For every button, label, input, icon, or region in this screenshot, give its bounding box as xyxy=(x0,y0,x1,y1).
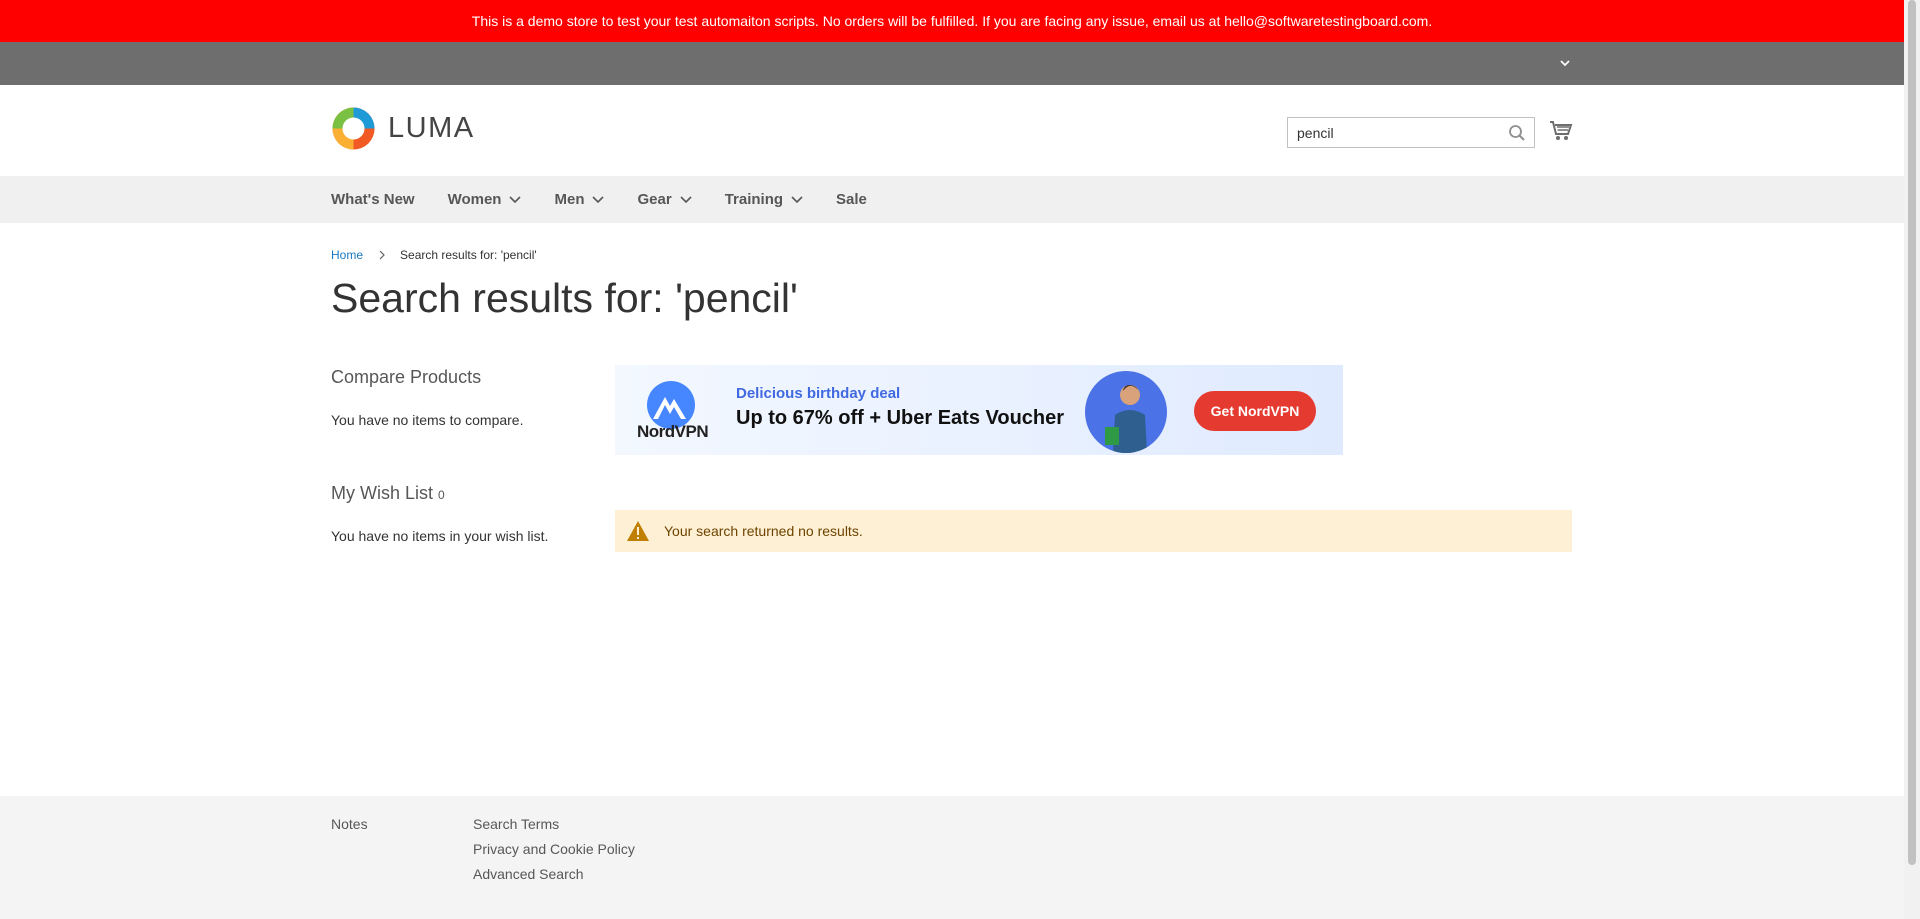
footer-link-privacy-policy[interactable]: Privacy and Cookie Policy xyxy=(473,841,635,857)
vertical-scrollbar[interactable] xyxy=(1904,0,1920,919)
search-box xyxy=(1287,117,1535,148)
main-navigation: What's New Women Men Gear Training Sale xyxy=(0,176,1904,223)
person-illustration-icon xyxy=(1105,385,1147,453)
nav-item-gear[interactable]: Gear xyxy=(637,191,692,208)
breadcrumb-current: Search results for: 'pencil' xyxy=(400,248,537,262)
nav-label: Sale xyxy=(836,191,867,208)
footer-link-advanced-search[interactable]: Advanced Search xyxy=(473,866,635,882)
nav-label: What's New xyxy=(331,191,415,208)
footer-col-2: Search Terms Privacy and Cookie Policy A… xyxy=(473,816,635,891)
scrollbar-thumb[interactable] xyxy=(1908,0,1916,865)
ad-deal-text: Delicious birthday deal xyxy=(736,385,901,402)
chevron-down-icon xyxy=(592,195,605,203)
chevron-down-icon[interactable] xyxy=(1558,56,1572,70)
demo-notice-text: This is a demo store to test your test a… xyxy=(471,13,1433,29)
sidebar: Compare Products You have no items to co… xyxy=(331,365,591,544)
page-title: Search results for: 'pencil' xyxy=(331,275,798,321)
footer-link-search-terms[interactable]: Search Terms xyxy=(473,816,635,832)
compare-empty-text: You have no items to compare. xyxy=(331,412,524,428)
compare-block: Compare Products You have no items to co… xyxy=(331,367,591,483)
footer-col-1: Notes xyxy=(331,816,368,832)
wishlist-title-text: My Wish List xyxy=(331,483,434,503)
footer-link-notes[interactable]: Notes xyxy=(331,816,368,832)
chevron-right-icon xyxy=(379,250,385,260)
nav-item-training[interactable]: Training xyxy=(725,191,803,208)
demo-notice-bar: This is a demo store to test your test a… xyxy=(0,0,1904,42)
footer: Notes Search Terms Privacy and Cookie Po… xyxy=(0,796,1904,919)
nav-label: Men xyxy=(554,191,585,208)
get-nordvpn-button[interactable]: Get NordVPN xyxy=(1194,391,1316,431)
chevron-down-icon xyxy=(791,195,803,203)
page: This is a demo store to test your test a… xyxy=(0,0,1904,919)
nav-item-men[interactable]: Men xyxy=(554,191,605,208)
logo[interactable]: LUMA xyxy=(331,106,475,151)
logo-text: LUMA xyxy=(388,112,475,144)
wishlist-empty-text: You have no items in your wish list. xyxy=(331,528,549,544)
nordvpn-ad-banner[interactable]: NordVPN Delicious birthday deal Up to 67… xyxy=(615,365,1343,455)
breadcrumb-home-link[interactable]: Home xyxy=(331,248,363,262)
breadcrumb: Home Search results for: 'pencil' xyxy=(331,248,537,262)
nav-label: Gear xyxy=(637,191,672,208)
luma-logo-icon xyxy=(332,107,375,150)
chevron-down-icon xyxy=(509,195,522,203)
compare-title: Compare Products xyxy=(331,367,482,387)
chevron-down-icon xyxy=(680,195,692,203)
ad-brand: NordVPN xyxy=(637,422,709,441)
nav-item-women[interactable]: Women xyxy=(448,191,522,208)
top-panel xyxy=(0,42,1904,85)
no-results-message: Your search returned no results. xyxy=(615,510,1572,552)
nav-label: Women xyxy=(447,191,502,208)
ad-person-image xyxy=(1085,371,1167,453)
cart-icon[interactable] xyxy=(1549,120,1573,142)
nav-item-sale[interactable]: Sale xyxy=(836,191,867,208)
search-icon[interactable] xyxy=(1508,124,1526,142)
wishlist-count: 0 xyxy=(438,488,445,502)
ad-offer-text: Up to 67% off + Uber Eats Voucher xyxy=(736,407,1065,429)
warning-icon xyxy=(627,521,649,541)
wishlist-title: My Wish List 0 xyxy=(331,483,591,504)
no-results-text: Your search returned no results. xyxy=(664,523,863,539)
wishlist-block: My Wish List 0 You have no items in your… xyxy=(331,483,591,544)
search-input[interactable] xyxy=(1288,118,1506,147)
nav-label: Training xyxy=(724,191,784,208)
nav-item-whats-new[interactable]: What's New xyxy=(331,191,415,208)
